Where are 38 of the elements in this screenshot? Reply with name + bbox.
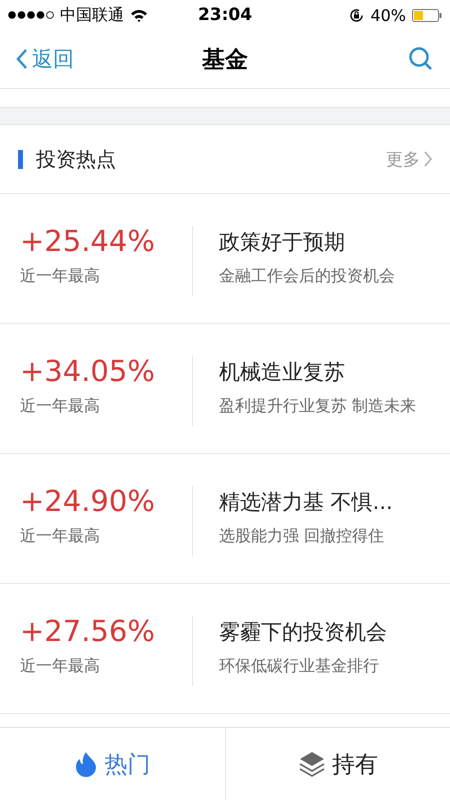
fund-theme-row[interactable]: +27.56% 近一年最高 雾霾下的投资机会 环保低碳行业基金排行	[0, 584, 450, 714]
battery-icon	[412, 8, 442, 22]
rotation-lock-icon	[349, 8, 364, 22]
signal-icon	[8, 11, 54, 19]
theme-title: 机械造业复苏	[219, 359, 346, 386]
section-marker	[18, 150, 23, 168]
back-button[interactable]: 返回	[16, 45, 96, 73]
fund-theme-row[interactable]: +34.05% 近一年最高 机械造业复苏 盈利提升行业复苏 制造未来	[0, 324, 450, 454]
carrier-name: 中国联通	[60, 4, 124, 26]
fund-theme-row[interactable]: +24.90% 近一年最高 精选潜力基 不惧... 选股能力强 回撤控得住	[0, 454, 450, 584]
return-rate: +34.05%	[20, 354, 156, 388]
chevron-left-icon	[16, 48, 28, 70]
layers-icon	[298, 750, 326, 778]
theme-description: 盈利提升行业复苏 制造未来	[219, 396, 418, 417]
return-rate: +27.56%	[20, 614, 156, 648]
search-icon	[408, 46, 434, 72]
fund-theme-row[interactable]: +25.44% 近一年最高 政策好于预期 金融工作会后的投资机会	[0, 194, 450, 324]
return-note: 近一年最高	[20, 396, 101, 417]
theme-title: 雾霾下的投资机会	[219, 619, 388, 646]
theme-description: 环保低碳行业基金排行	[219, 656, 380, 677]
theme-title: 政策好于预期	[219, 229, 346, 256]
return-note: 近一年最高	[20, 266, 101, 287]
section-title: 投资热点	[36, 146, 117, 172]
chevron-right-icon	[424, 151, 432, 167]
theme-title: 精选潜力基 不惧...	[219, 489, 394, 516]
page-title: 基金	[202, 46, 248, 74]
status-time: 23:04	[198, 5, 252, 25]
flame-icon	[74, 751, 98, 777]
tab[interactable]: 热门	[0, 728, 226, 800]
wifi-icon	[130, 8, 148, 22]
theme-description: 选股能力强 回撤控得住	[219, 526, 386, 547]
return-rate: +24.90%	[20, 484, 156, 518]
battery-percent: 40%	[370, 6, 406, 24]
tab[interactable]: 持有	[226, 728, 450, 800]
return-rate: +25.44%	[20, 224, 156, 258]
return-note: 近一年最高	[20, 526, 101, 547]
theme-description: 金融工作会后的投资机会	[219, 266, 396, 287]
return-note: 近一年最高	[20, 656, 101, 677]
